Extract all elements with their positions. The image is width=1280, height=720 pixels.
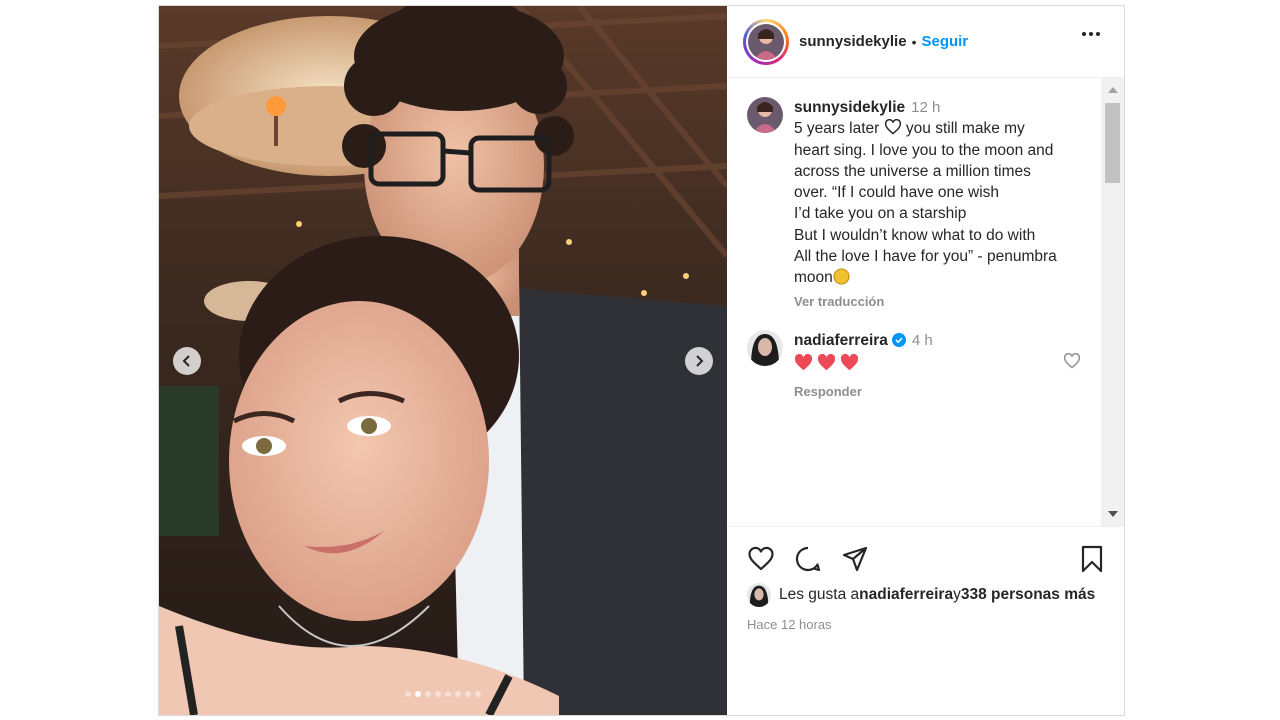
translate-link[interactable]: Ver traducción <box>794 291 1087 312</box>
chevron-right-icon <box>696 355 704 367</box>
comment-item: nadiaferreira 4 h Responder <box>747 330 1087 403</box>
follow-button[interactable]: Seguir <box>921 33 968 50</box>
comment-time: 4 h <box>911 332 933 349</box>
author-username[interactable]: sunnysidekylie <box>799 33 907 50</box>
header-separator: • <box>911 33 917 50</box>
post-actions: Les gusta a nadiaferreira y 338 personas… <box>727 526 1124 716</box>
red-heart-emoji-icon <box>840 354 859 371</box>
liker-avatar[interactable] <box>747 583 771 607</box>
carousel-dot <box>475 691 481 697</box>
more-options-button[interactable] <box>1082 32 1100 36</box>
caption: sunnysidekylie 12 h 5 years later you sti… <box>747 97 1087 312</box>
post-side-panel: sunnysidekylie • Seguir sunnysidekylie 1… <box>727 6 1124 715</box>
post-media[interactable] <box>159 6 727 715</box>
carousel-dot <box>405 691 411 697</box>
more-dot-icon <box>1089 32 1093 36</box>
instagram-post-modal: sunnysidekylie • Seguir sunnysidekylie 1… <box>158 5 1125 716</box>
comment-username[interactable]: nadiaferreira <box>794 332 888 349</box>
caption-text: moon <box>794 269 833 287</box>
caption-text: But I wouldn’t know what to do with <box>794 226 1036 244</box>
comments-scrollbar[interactable] <box>1101 78 1124 526</box>
carousel-dots <box>159 691 727 697</box>
comment-text <box>794 354 1087 371</box>
carousel-dot <box>455 691 461 697</box>
likes-prefix: Les gusta a <box>779 586 860 603</box>
caption-username[interactable]: sunnysidekylie <box>794 99 905 116</box>
author-avatar[interactable] <box>743 18 789 65</box>
red-heart-emoji-icon <box>817 354 836 371</box>
caption-text: across the universe a million times <box>794 162 1031 180</box>
likes-middle: y <box>953 586 961 603</box>
share-icon[interactable] <box>841 545 869 573</box>
caption-time: 12 h <box>911 99 941 116</box>
scroll-down-arrow-icon[interactable] <box>1108 511 1118 517</box>
caption-text: 5 years later <box>794 120 884 138</box>
caption-text: heart sing. I love you to the moon and <box>794 141 1054 159</box>
comments-section[interactable]: sunnysidekylie 12 h 5 years later you sti… <box>727 78 1124 526</box>
liker-username[interactable]: nadiaferreira <box>859 586 953 604</box>
carousel-dot <box>435 691 441 697</box>
moon-emoji-icon <box>833 268 850 285</box>
carousel-prev-button[interactable] <box>173 347 201 375</box>
likes-others-link[interactable]: 338 personas más <box>961 586 1095 604</box>
carousel-dot <box>445 691 451 697</box>
carousel-dot <box>465 691 471 697</box>
chevron-left-icon <box>182 355 190 367</box>
more-dot-icon <box>1096 32 1100 36</box>
post-photo <box>159 6 727 715</box>
like-icon[interactable] <box>747 545 775 573</box>
carousel-dot <box>425 691 431 697</box>
post-timestamp[interactable]: Hace 12 horas <box>747 617 832 632</box>
red-heart-emoji-icon <box>794 354 813 371</box>
carousel-dot <box>415 691 421 697</box>
verified-badge-icon <box>891 333 906 347</box>
post-header: sunnysidekylie • Seguir <box>727 6 1124 78</box>
more-dot-icon <box>1082 32 1086 36</box>
caption-avatar[interactable] <box>747 97 783 133</box>
likes-summary: Les gusta a nadiaferreira y 338 personas… <box>747 583 1095 607</box>
comment-like-icon[interactable] <box>1063 353 1081 369</box>
carousel-next-button[interactable] <box>685 347 713 375</box>
commenter-avatar[interactable] <box>747 330 783 366</box>
caption-text: I’d take you on a starship <box>794 205 967 223</box>
comment-icon[interactable] <box>794 545 822 573</box>
scrollbar-thumb[interactable] <box>1105 103 1120 183</box>
caption-text: All the love I have for you” - penumbra <box>794 248 1057 266</box>
caption-text: over. “If I could have one wish <box>794 184 1000 202</box>
heart-outline-emoji-icon <box>884 119 901 135</box>
scroll-up-arrow-icon[interactable] <box>1108 87 1118 93</box>
caption-text: you still make my <box>901 120 1025 138</box>
reply-button[interactable]: Responder <box>794 381 1087 402</box>
bookmark-icon[interactable] <box>1080 545 1104 573</box>
